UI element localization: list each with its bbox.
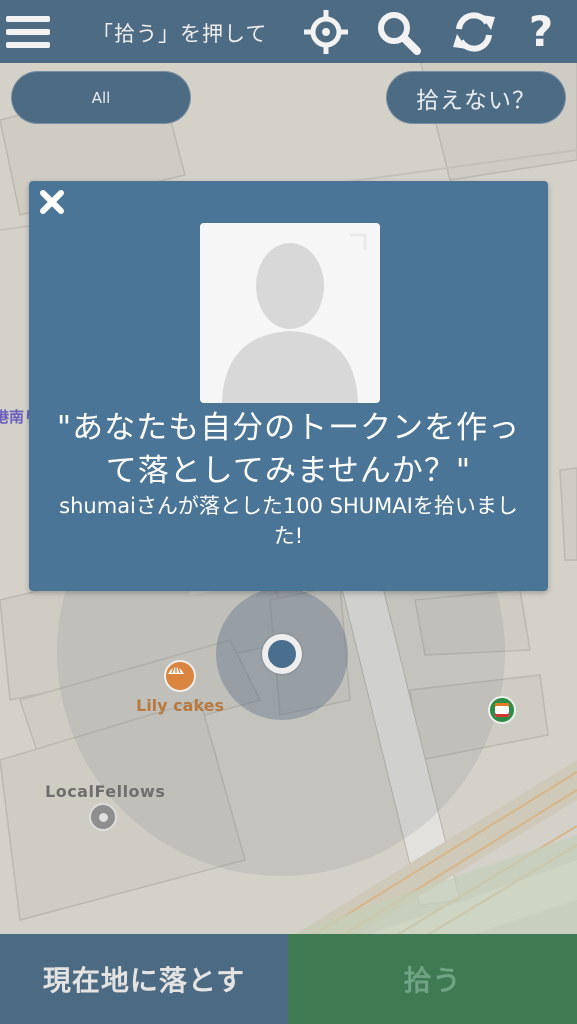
default-user-icon [200,223,380,403]
place-icon[interactable] [89,803,117,831]
avatar [200,223,380,403]
search-icon[interactable] [374,8,422,56]
map-place-label[interactable]: LocalFellows [45,782,165,801]
drop-here-button[interactable]: 現在地に落とす [0,934,288,1024]
current-location-dot [262,634,302,674]
modal-message: "あなたも自分のトークンを作って落としてみませんか？" [56,410,521,489]
locate-icon[interactable] [302,8,350,56]
pick-up-button[interactable]: 拾う [288,934,577,1024]
help-glyph: ? [528,7,554,56]
filter-all-button[interactable]: All [11,71,191,124]
close-icon[interactable] [37,187,67,217]
menu-icon[interactable] [4,8,52,56]
modal-sub-message: shumaiさんが落とした100 SHUMAIを拾いました! [59,494,518,548]
map-place-label[interactable]: Lily cakes [136,696,224,715]
convenience-store-icon[interactable] [488,696,516,724]
cant-pick-button[interactable]: 拾えない？ [386,71,566,124]
pickup-result-dialog: "あなたも自分のトークンを作って落としてみませんか？" shumaiさんが落とし… [29,181,548,591]
header-title: 「拾う」を押して [92,22,268,46]
refresh-icon[interactable] [450,8,498,56]
bakery-icon[interactable] [164,660,196,692]
help-icon[interactable]: ? [517,8,565,56]
app-header: 「拾う」を押して ? [0,0,577,63]
